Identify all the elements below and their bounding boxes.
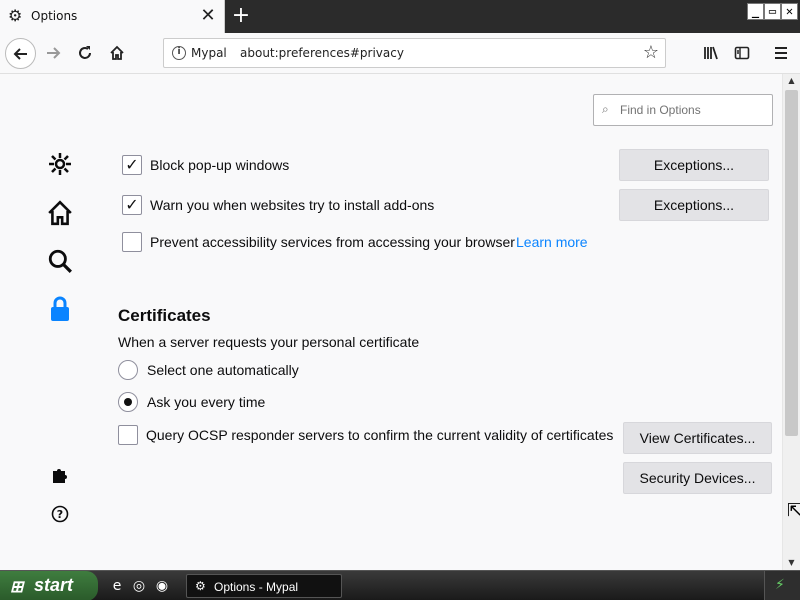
taskbar-item-options[interactable]: ⚙ Options - Mypal (186, 574, 342, 598)
library-button[interactable] (696, 38, 726, 68)
back-button[interactable] (5, 38, 36, 69)
media-quicklaunch-icon[interactable]: ◉ (153, 577, 171, 595)
category-privacy[interactable] (44, 296, 76, 328)
window-close-button[interactable]: ✕ (781, 3, 798, 20)
block-popups-checkbox[interactable]: ✓ (122, 155, 142, 175)
certificates-heading: Certificates (118, 306, 211, 325)
puzzle-icon (53, 469, 67, 483)
forward-button[interactable] (38, 38, 68, 68)
new-tab-button[interactable]: + (229, 3, 253, 29)
tab-bar: ⚙ Options ✕ + _ ▭ ✕ (0, 0, 800, 33)
menu-button[interactable] (766, 38, 796, 68)
start-button[interactable]: ⊞ start (0, 571, 98, 600)
scroll-down-arrow-icon[interactable]: ▼ (783, 556, 800, 570)
home-icon (48, 200, 72, 226)
preferences-content: ? ⌕ Find in Options ✓ Block pop-up windo… (0, 74, 782, 570)
url-bar[interactable]: i Mypal about:preferences#privacy ☆ (163, 38, 666, 68)
taskbar-item-label: Options - Mypal (214, 580, 299, 594)
security-devices-button[interactable]: Security Devices... (623, 462, 772, 494)
ocsp-checkbox[interactable] (118, 425, 138, 445)
gear-icon: ⚙ (8, 6, 23, 25)
home-button[interactable] (102, 38, 132, 68)
find-placeholder: Find in Options (620, 103, 701, 117)
find-in-options-input[interactable]: ⌕ Find in Options (593, 94, 773, 126)
warn-addons-label: Warn you when websites try to install ad… (150, 197, 435, 213)
search-icon: ⌕ (602, 102, 609, 116)
svg-text:?: ? (57, 508, 63, 521)
search-icon (48, 249, 72, 273)
forward-arrow-icon (47, 47, 61, 59)
tab-close-icon[interactable]: ✕ (198, 5, 218, 27)
back-arrow-icon (13, 48, 27, 60)
restore-button[interactable]: ▭ (764, 3, 781, 20)
ocsp-label: Query OCSP responder servers to confirm … (146, 427, 614, 443)
reload-button[interactable] (70, 38, 100, 68)
mouse-cursor-icon: ⇱ (787, 500, 800, 521)
scroll-thumb[interactable] (785, 90, 798, 436)
hamburger-icon (775, 47, 787, 59)
popups-exceptions-button[interactable]: Exceptions... (619, 149, 769, 181)
help-icon: ? (51, 505, 69, 523)
view-certificates-button[interactable]: View Certificates... (623, 422, 772, 454)
scroll-up-arrow-icon[interactable]: ▲ (783, 74, 800, 88)
site-identity: Mypal (191, 46, 227, 60)
tab-options[interactable]: ⚙ Options ✕ (0, 0, 225, 33)
home-icon (110, 45, 124, 60)
info-icon[interactable]: i (172, 46, 186, 60)
sidebar-icon (734, 46, 750, 60)
browser-quicklaunch-icon[interactable]: ◎ (130, 577, 148, 595)
category-extensions[interactable] (44, 466, 76, 498)
prevent-accessibility-label: Prevent accessibility services from acce… (150, 234, 515, 250)
ask-every-time-radio[interactable] (118, 392, 138, 412)
tab-title: Options (31, 9, 78, 23)
url-text[interactable]: about:preferences#privacy (240, 46, 404, 60)
lock-icon (51, 296, 69, 321)
mypal-icon: ⚙ (195, 579, 206, 593)
system-tray: ⚡ (764, 571, 800, 600)
library-icon (704, 46, 718, 60)
gear-icon (49, 153, 71, 175)
network-tray-icon[interactable]: ⚡ (775, 577, 785, 593)
windows-logo-icon: ⊞ (10, 579, 24, 596)
taskbar: ⊞ start e ◎ ◉ ⚙ Options - Mypal ⚡ (0, 570, 800, 600)
select-automatically-label: Select one automatically (147, 362, 299, 378)
reload-icon (79, 46, 91, 59)
ie-quicklaunch-icon[interactable]: e (108, 577, 126, 595)
nav-toolbar: i Mypal about:preferences#privacy ☆ (0, 33, 800, 74)
category-search[interactable] (44, 248, 76, 280)
learn-more-link[interactable]: Learn more (516, 234, 588, 250)
sidebar-button[interactable] (727, 38, 757, 68)
addons-exceptions-button[interactable]: Exceptions... (619, 189, 769, 221)
bookmark-star-icon[interactable]: ☆ (643, 42, 659, 63)
prevent-accessibility-checkbox[interactable] (122, 232, 142, 252)
certificate-prompt: When a server requests your personal cer… (118, 334, 420, 350)
select-automatically-radio[interactable] (118, 360, 138, 380)
category-home[interactable] (44, 200, 76, 232)
category-support[interactable]: ? (44, 505, 76, 537)
category-general[interactable] (44, 152, 76, 184)
minimize-button[interactable]: _ (747, 3, 764, 20)
block-popups-label: Block pop-up windows (150, 157, 290, 173)
vertical-scrollbar[interactable]: ▲ ▼ (782, 74, 800, 570)
ask-every-time-label: Ask you every time (147, 394, 266, 410)
start-label: start (34, 575, 74, 595)
warn-addons-checkbox[interactable]: ✓ (122, 195, 142, 215)
